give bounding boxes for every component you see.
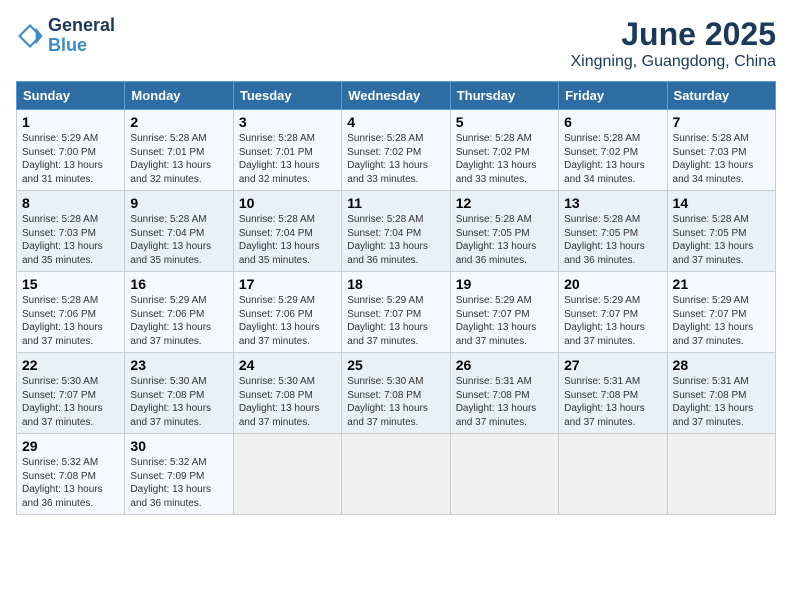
day-18: 18 Sunrise: 5:29 AMSunset: 7:07 PMDaylig… <box>342 272 450 353</box>
day-13: 13 Sunrise: 5:28 AMSunset: 7:05 PMDaylig… <box>559 191 667 272</box>
logo-text: GeneralBlue <box>48 16 115 56</box>
day-25: 25 Sunrise: 5:30 AMSunset: 7:08 PMDaylig… <box>342 353 450 434</box>
day-8: 8 Sunrise: 5:28 AMSunset: 7:03 PMDayligh… <box>17 191 125 272</box>
day-1: 1 Sunrise: 5:29 AMSunset: 7:00 PMDayligh… <box>17 110 125 191</box>
title-area: June 2025 Xingning, Guangdong, China <box>571 16 777 71</box>
col-saturday: Saturday <box>667 82 775 110</box>
logo: GeneralBlue <box>16 16 115 56</box>
main-title: June 2025 <box>571 16 777 53</box>
empty-cell-1 <box>233 434 341 515</box>
col-friday: Friday <box>559 82 667 110</box>
day-16: 16 Sunrise: 5:29 AMSunset: 7:06 PMDaylig… <box>125 272 233 353</box>
week-row-4: 22 Sunrise: 5:30 AMSunset: 7:07 PMDaylig… <box>17 353 776 434</box>
day-27: 27 Sunrise: 5:31 AMSunset: 7:08 PMDaylig… <box>559 353 667 434</box>
day-23: 23 Sunrise: 5:30 AMSunset: 7:08 PMDaylig… <box>125 353 233 434</box>
col-tuesday: Tuesday <box>233 82 341 110</box>
empty-cell-2 <box>342 434 450 515</box>
col-thursday: Thursday <box>450 82 558 110</box>
calendar-table: Sunday Monday Tuesday Wednesday Thursday… <box>16 81 776 515</box>
day-2: 2 Sunrise: 5:28 AMSunset: 7:01 PMDayligh… <box>125 110 233 191</box>
empty-cell-5 <box>667 434 775 515</box>
day-4: 4 Sunrise: 5:28 AMSunset: 7:02 PMDayligh… <box>342 110 450 191</box>
week-row-1: 1 Sunrise: 5:29 AMSunset: 7:00 PMDayligh… <box>17 110 776 191</box>
day-29: 29 Sunrise: 5:32 AMSunset: 7:08 PMDaylig… <box>17 434 125 515</box>
day-15: 15 Sunrise: 5:28 AMSunset: 7:06 PMDaylig… <box>17 272 125 353</box>
logo-icon <box>16 22 44 50</box>
empty-cell-3 <box>450 434 558 515</box>
week-row-5: 29 Sunrise: 5:32 AMSunset: 7:08 PMDaylig… <box>17 434 776 515</box>
subtitle: Xingning, Guangdong, China <box>571 53 777 71</box>
week-row-2: 8 Sunrise: 5:28 AMSunset: 7:03 PMDayligh… <box>17 191 776 272</box>
day-12: 12 Sunrise: 5:28 AMSunset: 7:05 PMDaylig… <box>450 191 558 272</box>
day-21: 21 Sunrise: 5:29 AMSunset: 7:07 PMDaylig… <box>667 272 775 353</box>
day-22: 22 Sunrise: 5:30 AMSunset: 7:07 PMDaylig… <box>17 353 125 434</box>
day-3: 3 Sunrise: 5:28 AMSunset: 7:01 PMDayligh… <box>233 110 341 191</box>
day-7: 7 Sunrise: 5:28 AMSunset: 7:03 PMDayligh… <box>667 110 775 191</box>
header: GeneralBlue June 2025 Xingning, Guangdon… <box>16 16 776 71</box>
day-11: 11 Sunrise: 5:28 AMSunset: 7:04 PMDaylig… <box>342 191 450 272</box>
day-30: 30 Sunrise: 5:32 AMSunset: 7:09 PMDaylig… <box>125 434 233 515</box>
day-17: 17 Sunrise: 5:29 AMSunset: 7:06 PMDaylig… <box>233 272 341 353</box>
day-24: 24 Sunrise: 5:30 AMSunset: 7:08 PMDaylig… <box>233 353 341 434</box>
day-6: 6 Sunrise: 5:28 AMSunset: 7:02 PMDayligh… <box>559 110 667 191</box>
day-10: 10 Sunrise: 5:28 AMSunset: 7:04 PMDaylig… <box>233 191 341 272</box>
day-26: 26 Sunrise: 5:31 AMSunset: 7:08 PMDaylig… <box>450 353 558 434</box>
day-5: 5 Sunrise: 5:28 AMSunset: 7:02 PMDayligh… <box>450 110 558 191</box>
day-28: 28 Sunrise: 5:31 AMSunset: 7:08 PMDaylig… <box>667 353 775 434</box>
week-row-3: 15 Sunrise: 5:28 AMSunset: 7:06 PMDaylig… <box>17 272 776 353</box>
col-wednesday: Wednesday <box>342 82 450 110</box>
empty-cell-4 <box>559 434 667 515</box>
day-9: 9 Sunrise: 5:28 AMSunset: 7:04 PMDayligh… <box>125 191 233 272</box>
col-monday: Monday <box>125 82 233 110</box>
col-sunday: Sunday <box>17 82 125 110</box>
day-20: 20 Sunrise: 5:29 AMSunset: 7:07 PMDaylig… <box>559 272 667 353</box>
day-19: 19 Sunrise: 5:29 AMSunset: 7:07 PMDaylig… <box>450 272 558 353</box>
day-14: 14 Sunrise: 5:28 AMSunset: 7:05 PMDaylig… <box>667 191 775 272</box>
